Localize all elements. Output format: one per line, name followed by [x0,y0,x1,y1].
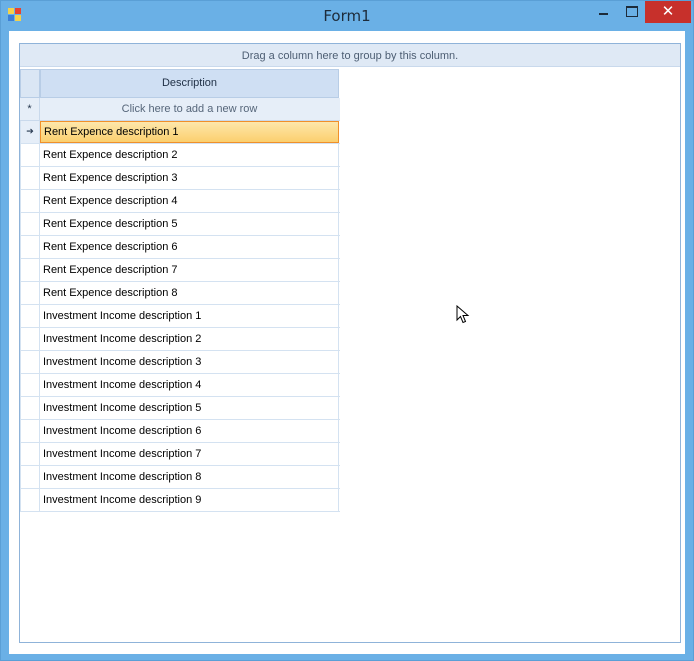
description-cell[interactable]: Rent Expence description 2 [40,144,339,166]
row-indicator[interactable] [20,443,40,465]
description-cell[interactable]: Investment Income description 6 [40,420,339,442]
title-bar[interactable]: Form1 ✕ [1,1,693,31]
app-window: Form1 ✕ Drag a column here to group by t… [0,0,694,661]
description-cell[interactable]: Investment Income description 3 [40,351,339,373]
row-indicator[interactable] [20,466,40,488]
mouse-pointer-icon [456,305,470,324]
row-indicator[interactable] [20,420,40,442]
description-cell[interactable]: Investment Income description 2 [40,328,339,350]
table-row[interactable]: Investment Income description 7 [20,443,340,466]
description-cell[interactable]: Rent Expence description 1 [40,121,339,143]
row-indicator[interactable] [20,167,40,189]
description-cell[interactable]: Rent Expence description 4 [40,190,339,212]
description-cell[interactable]: Investment Income description 5 [40,397,339,419]
form-client-area: Drag a column here to group by this colu… [9,31,685,654]
description-cell[interactable]: Investment Income description 4 [40,374,339,396]
row-indicator[interactable] [20,397,40,419]
table-row[interactable]: Investment Income description 4 [20,374,340,397]
row-indicator[interactable] [20,144,40,166]
table-row[interactable]: Rent Expence description 4 [20,190,340,213]
description-cell[interactable]: Rent Expence description 5 [40,213,339,235]
table-row[interactable]: Investment Income description 2 [20,328,340,351]
row-indicator[interactable] [20,489,40,511]
table-row[interactable]: Rent Expence description 7 [20,259,340,282]
new-item-row[interactable]: * Click here to add a new row [20,98,340,121]
table-row[interactable]: Investment Income description 1 [20,305,340,328]
data-grid: Description * Click here to add a new ro… [20,69,340,512]
maximize-icon[interactable] [617,1,645,23]
new-row-text[interactable]: Click here to add a new row [40,98,339,120]
column-header-row: Description [20,69,340,98]
description-cell[interactable]: Investment Income description 9 [40,489,339,511]
row-indicator[interactable] [20,213,40,235]
description-cell[interactable]: Investment Income description 7 [40,443,339,465]
table-row[interactable]: Investment Income description 3 [20,351,340,374]
row-indicator[interactable] [20,190,40,212]
row-indicator[interactable] [20,374,40,396]
close-button[interactable]: ✕ [645,1,691,23]
table-row[interactable]: Rent Expence description 6 [20,236,340,259]
column-header-description[interactable]: Description [40,69,339,98]
description-cell[interactable]: Rent Expence description 7 [40,259,339,281]
table-row[interactable]: Rent Expence description 3 [20,167,340,190]
table-row[interactable]: Investment Income description 8 [20,466,340,489]
row-indicator[interactable] [20,305,40,327]
row-indicator[interactable] [20,236,40,258]
description-cell[interactable]: Rent Expence description 8 [40,282,339,304]
group-panel[interactable]: Drag a column here to group by this colu… [20,44,680,67]
table-row-focused[interactable]: ➔ Rent Expence description 1 [20,121,340,144]
row-indicator[interactable] [20,328,40,350]
table-row[interactable]: Investment Income description 6 [20,420,340,443]
description-cell[interactable]: Investment Income description 8 [40,466,339,488]
description-cell[interactable]: Rent Expence description 6 [40,236,339,258]
table-row[interactable]: Rent Expence description 2 [20,144,340,167]
close-icon: ✕ [661,2,675,20]
grid-control: Drag a column here to group by this colu… [19,43,681,643]
new-row-indicator-icon: * [20,98,40,120]
table-row[interactable]: Investment Income description 9 [20,489,340,512]
row-indicator-header [20,69,40,98]
table-row[interactable]: Rent Expence description 5 [20,213,340,236]
grid-rows: ➔ Rent Expence description 1 Rent Expence … [20,121,340,512]
row-indicator[interactable] [20,351,40,373]
table-row[interactable]: Investment Income description 5 [20,397,340,420]
row-indicator[interactable] [20,259,40,281]
description-cell[interactable]: Rent Expence description 3 [40,167,339,189]
description-cell[interactable]: Investment Income description 1 [40,305,339,327]
minimize-icon[interactable] [589,1,617,23]
table-row[interactable]: Rent Expence description 8 [20,282,340,305]
row-indicator[interactable] [20,282,40,304]
focused-row-arrow-icon[interactable]: ➔ [20,121,40,143]
